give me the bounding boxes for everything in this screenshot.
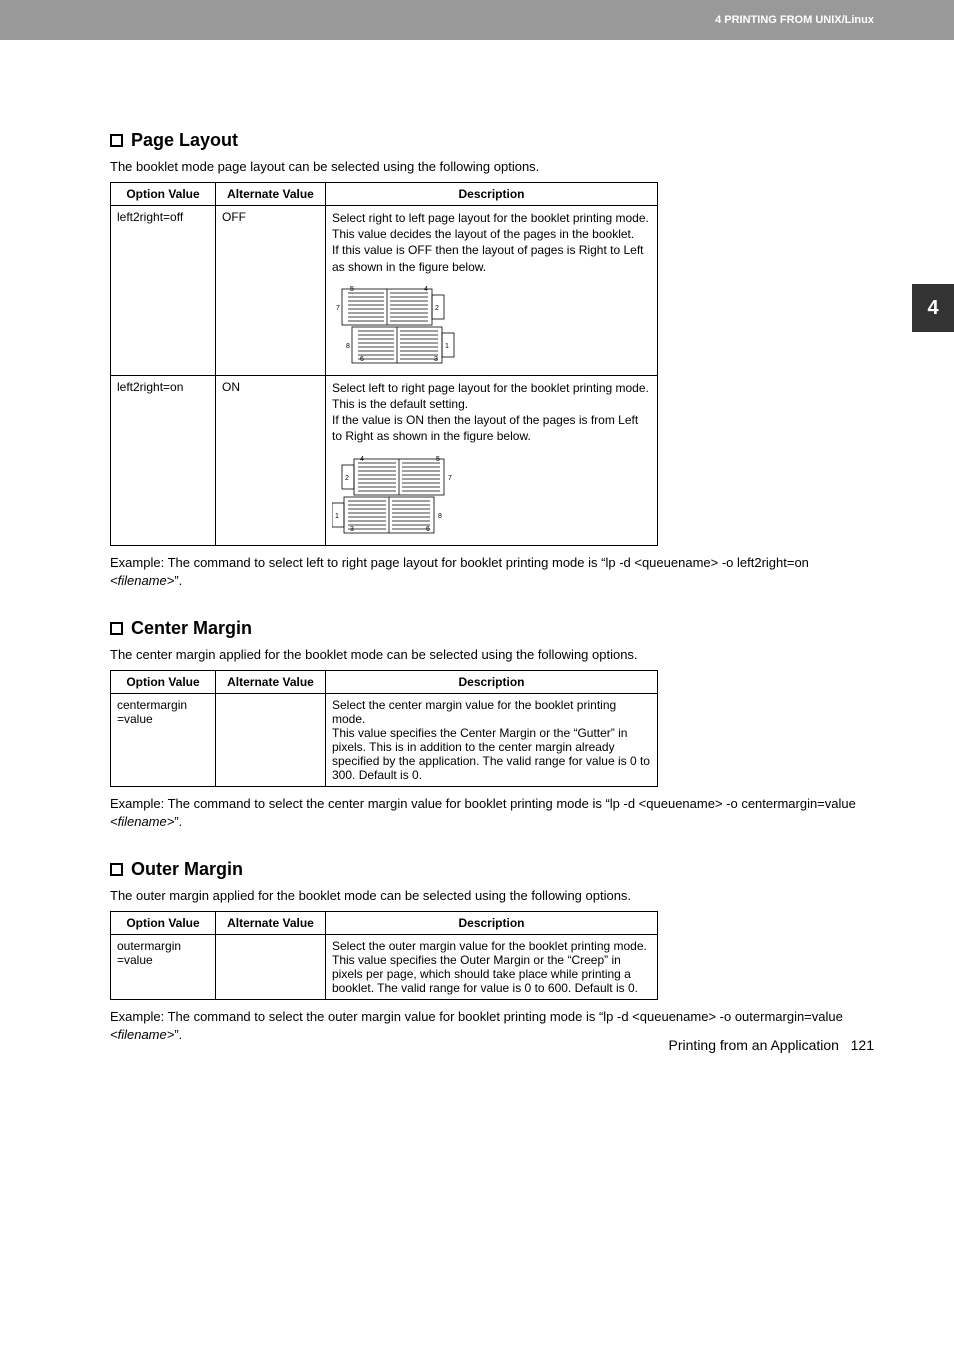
col-alternate-value: Alternate Value	[216, 912, 326, 935]
svg-text:3: 3	[434, 356, 438, 363]
example-filename: <filename>	[110, 573, 174, 588]
example-pre: Example: The command to select left to r…	[110, 555, 809, 570]
example-post: ”.	[174, 573, 182, 588]
chapter-number: 4	[927, 297, 938, 320]
cell-option: outermargin =value	[111, 935, 216, 1000]
table-header-row: Option Value Alternate Value Description	[111, 912, 658, 935]
svg-text:8: 8	[346, 343, 350, 350]
example-text: Example: The command to select the cente…	[110, 795, 874, 831]
svg-text:6: 6	[426, 526, 430, 533]
breadcrumb: 4 PRINTING FROM UNIX/Linux	[715, 0, 954, 40]
booklet-figure-rtl: 5 4 2 7 6 31 8	[332, 281, 651, 371]
chapter-tab: 4	[912, 284, 954, 332]
section-title-text: Outer Margin	[131, 859, 243, 879]
section-intro: The center margin applied for the bookle…	[110, 647, 874, 662]
footer-section: Printing from an Application	[669, 1037, 839, 1053]
example-text: Example: The command to select left to r…	[110, 554, 874, 590]
table-row: left2right=on ON Select left to right pa…	[111, 375, 658, 545]
cell-description-text: Select left to right page layout for the…	[332, 380, 651, 445]
example-post: ”.	[174, 814, 182, 829]
example-post: ”.	[174, 1027, 182, 1042]
table-row: left2right=off OFF Select right to left …	[111, 206, 658, 376]
square-bullet-icon	[110, 863, 123, 876]
col-description: Description	[326, 912, 658, 935]
col-option-value: Option Value	[111, 183, 216, 206]
cell-alternate	[216, 693, 326, 786]
section-center-margin: Center Margin The center margin applied …	[110, 618, 874, 831]
svg-text:1: 1	[445, 343, 449, 350]
table-header-row: Option Value Alternate Value Description	[111, 670, 658, 693]
svg-text:4: 4	[360, 456, 364, 463]
svg-text:3: 3	[350, 526, 354, 533]
svg-text:2: 2	[435, 305, 439, 312]
square-bullet-icon	[110, 622, 123, 635]
svg-text:2: 2	[345, 475, 349, 482]
cell-alternate: OFF	[216, 206, 326, 376]
section-title: Page Layout	[110, 130, 874, 151]
section-title-text: Center Margin	[131, 618, 252, 638]
section-title-text: Page Layout	[131, 130, 238, 150]
col-option-value: Option Value	[111, 912, 216, 935]
options-table: Option Value Alternate Value Description…	[110, 911, 658, 1000]
svg-text:1: 1	[335, 513, 339, 520]
section-title: Outer Margin	[110, 859, 874, 880]
table-row: centermargin =value Select the center ma…	[111, 693, 658, 786]
cell-alternate	[216, 935, 326, 1000]
svg-text:7: 7	[448, 475, 452, 482]
col-description: Description	[326, 670, 658, 693]
footer-page-number: 121	[851, 1037, 874, 1053]
svg-text:5: 5	[436, 456, 440, 463]
section-title: Center Margin	[110, 618, 874, 639]
svg-text:4: 4	[424, 286, 428, 293]
section-page-layout: Page Layout The booklet mode page layout…	[110, 130, 874, 590]
cell-description: Select left to right page layout for the…	[326, 375, 658, 545]
example-pre: Example: The command to select the cente…	[110, 796, 856, 811]
svg-text:7: 7	[336, 305, 340, 312]
col-description: Description	[326, 183, 658, 206]
header-bar: 4 PRINTING FROM UNIX/Linux	[0, 0, 954, 40]
booklet-figure-ltr: 4 5 2 7 3 6 1 8	[332, 451, 651, 541]
svg-text:5: 5	[350, 286, 354, 293]
example-pre: Example: The command to select the outer…	[110, 1009, 843, 1024]
col-option-value: Option Value	[111, 670, 216, 693]
square-bullet-icon	[110, 134, 123, 147]
table-row: outermargin =value Select the outer marg…	[111, 935, 658, 1000]
cell-description: Select the center margin value for the b…	[326, 693, 658, 786]
svg-text:8: 8	[438, 513, 442, 520]
cell-option: centermargin =value	[111, 693, 216, 786]
breadcrumb-text: 4 PRINTING FROM UNIX/Linux	[715, 14, 874, 26]
col-alternate-value: Alternate Value	[216, 670, 326, 693]
example-filename: <filename>	[110, 814, 174, 829]
svg-text:6: 6	[360, 356, 364, 363]
options-table: Option Value Alternate Value Description…	[110, 182, 658, 546]
col-alternate-value: Alternate Value	[216, 183, 326, 206]
example-filename: <filename>	[110, 1027, 174, 1042]
cell-option: left2right=off	[111, 206, 216, 376]
options-table: Option Value Alternate Value Description…	[110, 670, 658, 787]
cell-option: left2right=on	[111, 375, 216, 545]
table-header-row: Option Value Alternate Value Description	[111, 183, 658, 206]
section-intro: The booklet mode page layout can be sele…	[110, 159, 874, 174]
section-intro: The outer margin applied for the booklet…	[110, 888, 874, 903]
page-footer: Printing from an Application 121	[669, 1037, 874, 1053]
cell-description: Select the outer margin value for the bo…	[326, 935, 658, 1000]
section-outer-margin: Outer Margin The outer margin applied fo…	[110, 859, 874, 1044]
cell-description: Select right to left page layout for the…	[326, 206, 658, 376]
cell-description-text: Select right to left page layout for the…	[332, 210, 651, 275]
cell-alternate: ON	[216, 375, 326, 545]
